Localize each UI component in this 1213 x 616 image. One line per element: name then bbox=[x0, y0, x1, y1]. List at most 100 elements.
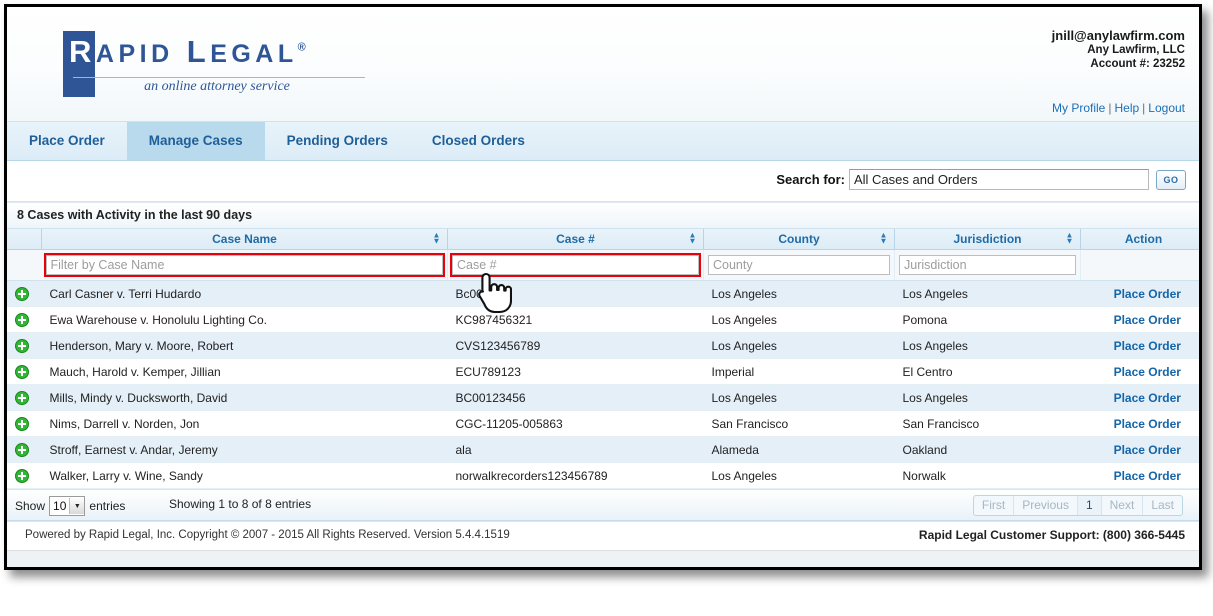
cell-county: Los Angeles bbox=[703, 306, 895, 333]
table-row[interactable]: Ewa Warehouse v. Honolulu Lighting Co. KC… bbox=[7, 306, 1199, 333]
cell-case-name: Mauch, Harold v. Kemper, Jillian bbox=[41, 358, 448, 385]
pagination-page-1[interactable]: 1 bbox=[1077, 496, 1102, 515]
pagination-previous[interactable]: Previous bbox=[1014, 496, 1078, 515]
place-order-link[interactable]: Place Order bbox=[1114, 339, 1181, 353]
row-expand-cell[interactable] bbox=[7, 358, 42, 385]
filter-cell-case-name bbox=[41, 249, 448, 281]
row-expand-cell[interactable] bbox=[7, 280, 42, 307]
expand-plus-icon[interactable] bbox=[15, 390, 29, 405]
link-my-profile[interactable]: My Profile bbox=[1052, 101, 1105, 115]
sort-icon-case-number[interactable]: ▲ ▼ bbox=[688, 231, 697, 246]
cell-county: San Francisco bbox=[703, 410, 895, 437]
tab-place-order[interactable]: Place Order bbox=[7, 122, 127, 160]
header-county[interactable]: County ▲ ▼ bbox=[703, 229, 895, 250]
cell-case-name: Nims, Darrell v. Norden, Jon bbox=[41, 410, 448, 437]
header-case-number-label: Case # bbox=[556, 232, 595, 246]
link-separator-2: | bbox=[1142, 101, 1146, 115]
cell-jurisdiction: Los Angeles bbox=[894, 384, 1081, 411]
tab-closed-orders[interactable]: Closed Orders bbox=[410, 122, 547, 160]
expand-plus-icon[interactable] bbox=[15, 416, 29, 431]
expand-plus-icon[interactable] bbox=[15, 364, 29, 379]
place-order-link[interactable]: Place Order bbox=[1114, 391, 1181, 405]
place-order-link[interactable]: Place Order bbox=[1114, 365, 1181, 379]
cell-case-number: CVS123456789 bbox=[447, 332, 704, 359]
sort-icon-case-name[interactable]: ▲ ▼ bbox=[432, 231, 441, 246]
logo-tagline: an online attorney service bbox=[144, 79, 290, 94]
bottom-strip bbox=[7, 550, 1199, 567]
header-jurisdiction[interactable]: Jurisdiction ▲ ▼ bbox=[894, 229, 1081, 250]
filter-row bbox=[7, 249, 1199, 281]
logo-apid: APID bbox=[95, 40, 174, 68]
filter-case-name-input[interactable] bbox=[43, 253, 445, 277]
header-county-label: County bbox=[778, 232, 820, 246]
logo-wordmark: RAPID LEGAL® bbox=[57, 34, 377, 70]
show-entries-control: Show 10 ▼ entries bbox=[15, 496, 125, 516]
cell-case-name: Mills, Mindy v. Ducksworth, David bbox=[41, 384, 448, 411]
tab-pending-orders[interactable]: Pending Orders bbox=[265, 122, 410, 160]
filter-jurisdiction-input[interactable] bbox=[899, 255, 1076, 275]
expand-plus-icon[interactable] bbox=[15, 338, 29, 353]
cell-jurisdiction: Los Angeles bbox=[894, 280, 1081, 307]
sort-icon-jurisdiction[interactable]: ▲ ▼ bbox=[1065, 231, 1074, 246]
expand-plus-icon[interactable] bbox=[15, 442, 29, 457]
table-row[interactable]: Mauch, Harold v. Kemper, Jillian ECU78912… bbox=[7, 358, 1199, 385]
header-case-name-label: Case Name bbox=[212, 232, 277, 246]
table-row[interactable]: Henderson, Mary v. Moore, Robert CVS12345… bbox=[7, 332, 1199, 359]
table-row[interactable]: Nims, Darrell v. Norden, Jon CGC-11205-00… bbox=[7, 410, 1199, 437]
link-logout[interactable]: Logout bbox=[1148, 101, 1185, 115]
cell-case-name: Stroff, Earnest v. Andar, Jeremy bbox=[41, 436, 448, 463]
filter-case-number-input[interactable] bbox=[450, 253, 701, 277]
cell-case-number: Bc00987 bbox=[447, 280, 704, 307]
header-expand bbox=[7, 229, 42, 250]
row-expand-cell[interactable] bbox=[7, 436, 42, 463]
cell-case-name: Carl Casner v. Terri Hudardo bbox=[41, 280, 448, 307]
cell-county: Alameda bbox=[703, 436, 895, 463]
table-row[interactable]: Carl Casner v. Terri Hudardo Bc00987 Los A… bbox=[7, 280, 1199, 307]
cell-jurisdiction: San Francisco bbox=[894, 410, 1081, 437]
place-order-link[interactable]: Place Order bbox=[1114, 313, 1181, 327]
rapid-legal-logo[interactable]: RAPID LEGAL® an online attorney service bbox=[57, 29, 377, 101]
search-input[interactable] bbox=[849, 169, 1149, 190]
row-expand-cell[interactable] bbox=[7, 462, 42, 489]
search-bar: Search for: GO bbox=[7, 161, 1199, 202]
place-order-link[interactable]: Place Order bbox=[1114, 287, 1181, 301]
header-case-name[interactable]: Case Name ▲ ▼ bbox=[41, 229, 448, 250]
sort-icon-county[interactable]: ▲ ▼ bbox=[879, 231, 888, 246]
chevron-down-icon: ▼ bbox=[69, 498, 85, 514]
filter-cell-county bbox=[703, 249, 895, 281]
row-expand-cell[interactable] bbox=[7, 306, 42, 333]
search-go-button[interactable]: GO bbox=[1156, 169, 1186, 190]
cell-action: Place Order bbox=[1080, 332, 1199, 359]
place-order-link[interactable]: Place Order bbox=[1114, 443, 1181, 457]
showing-entries-text: Showing 1 to 8 of 8 entries bbox=[169, 497, 312, 511]
pagination-next[interactable]: Next bbox=[1102, 496, 1144, 515]
table-row[interactable]: Walker, Larry v. Wine, Sandy norwalkrecor… bbox=[7, 462, 1199, 489]
filter-cell-expand bbox=[7, 249, 42, 281]
cell-case-name: Ewa Warehouse v. Honolulu Lighting Co. bbox=[41, 306, 448, 333]
expand-plus-icon[interactable] bbox=[15, 312, 29, 327]
expand-plus-icon[interactable] bbox=[15, 286, 29, 301]
table-row[interactable]: Mills, Mindy v. Ducksworth, David BC00123… bbox=[7, 384, 1199, 411]
cell-case-number: norwalkrecorders123456789 bbox=[447, 462, 704, 489]
main-navigation-tabs: Place Order Manage Cases Pending Orders … bbox=[7, 122, 1199, 161]
link-help[interactable]: Help bbox=[1114, 101, 1139, 115]
page-footer: Powered by Rapid Legal, Inc. Copyright ©… bbox=[7, 521, 1199, 550]
place-order-link[interactable]: Place Order bbox=[1114, 469, 1181, 483]
grid-footer: Show 10 ▼ entries Showing 1 to 8 of 8 en… bbox=[7, 489, 1199, 521]
row-expand-cell[interactable] bbox=[7, 384, 42, 411]
expand-plus-icon[interactable] bbox=[15, 468, 29, 483]
page-size-select[interactable]: 10 ▼ bbox=[49, 496, 86, 516]
row-expand-cell[interactable] bbox=[7, 332, 42, 359]
filter-county-input[interactable] bbox=[708, 255, 890, 275]
header-case-number[interactable]: Case # ▲ ▼ bbox=[447, 229, 704, 250]
tab-manage-cases[interactable]: Manage Cases bbox=[126, 122, 265, 160]
cell-county: Los Angeles bbox=[703, 332, 895, 359]
account-email: jnill@anylawfirm.com bbox=[1051, 28, 1185, 43]
pagination-last[interactable]: Last bbox=[1143, 496, 1182, 515]
table-row[interactable]: Stroff, Earnest v. Andar, Jeremy ala Alame… bbox=[7, 436, 1199, 463]
pagination-first[interactable]: First bbox=[974, 496, 1015, 515]
search-label: Search for: bbox=[776, 172, 845, 187]
place-order-link[interactable]: Place Order bbox=[1114, 417, 1181, 431]
cases-table-body: Carl Casner v. Terri Hudardo Bc00987 Los A… bbox=[7, 280, 1199, 489]
row-expand-cell[interactable] bbox=[7, 410, 42, 437]
